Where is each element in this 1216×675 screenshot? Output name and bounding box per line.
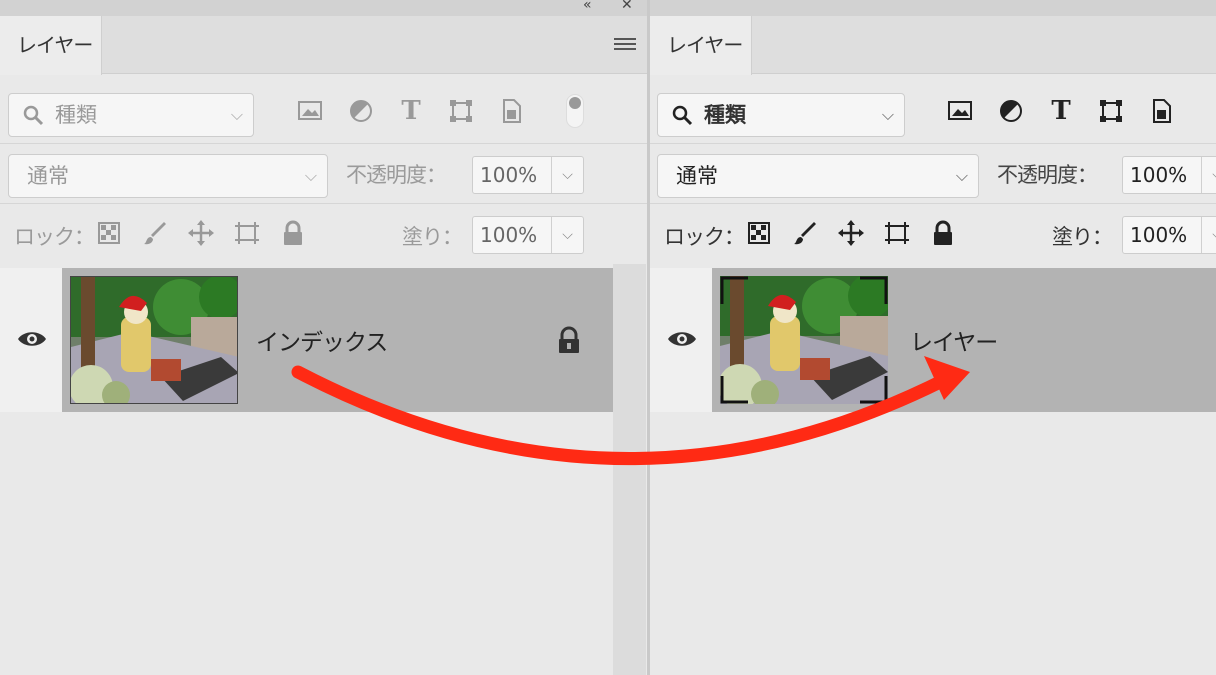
panel-tab-bar: レイヤー: [0, 16, 648, 75]
type-layer-icon[interactable]: T: [1046, 96, 1076, 126]
lock-row: ロック： 塗り： 100% ⌵: [650, 206, 1216, 264]
layer-row[interactable]: レイヤー: [650, 268, 1216, 412]
filter-kind-select[interactable]: 種類 ⌵: [657, 93, 905, 137]
search-icon: [23, 105, 44, 126]
layer-selection-highlight: レイヤー: [712, 268, 1216, 412]
chevron-down-icon[interactable]: ⌵: [551, 217, 583, 253]
shape-layer-icon[interactable]: [1096, 96, 1126, 126]
lock-image-pixels-icon[interactable]: [140, 218, 170, 248]
panel-top-strip: « ✕: [0, 0, 648, 16]
lock-artboard-icon[interactable]: [232, 218, 262, 248]
type-layer-icon[interactable]: T: [396, 96, 426, 126]
panel-menu-icon[interactable]: [614, 38, 636, 52]
tab-layers[interactable]: レイヤー: [0, 16, 102, 75]
lock-image-pixels-icon[interactable]: [790, 218, 820, 248]
lock-transparent-pixels-icon[interactable]: [94, 218, 124, 248]
opacity-value: 100%: [1130, 163, 1188, 187]
filter-row: 種類 ⌵ T: [650, 88, 1216, 144]
lock-all-icon[interactable]: [928, 218, 958, 248]
fill-label: 塗り：: [1052, 225, 1113, 249]
smart-object-icon[interactable]: [497, 96, 527, 126]
shape-layer-icon[interactable]: [446, 96, 476, 126]
fill-value: 100%: [480, 223, 538, 247]
layers-panel-before: « ✕ レイヤー 種類 ⌵ T 通常 ⌵ 不透明度： 100% ⌵ ロック： 塗…: [0, 0, 648, 675]
blend-mode-select[interactable]: 通常 ⌵: [8, 154, 328, 198]
layer-locked-icon: [559, 326, 579, 353]
chevron-down-icon: ⌵: [955, 166, 968, 185]
filter-kind-value: 種類: [55, 103, 97, 127]
tab-layers[interactable]: レイヤー: [650, 16, 752, 75]
layer-name[interactable]: レイヤー: [910, 323, 998, 357]
opacity-label: 不透明度：: [346, 163, 447, 187]
chevron-down-icon: ⌵: [230, 105, 243, 124]
visibility-eye-icon[interactable]: [16, 328, 48, 350]
layer-thumbnail: [720, 276, 888, 404]
chevron-down-icon[interactable]: ⌵: [1201, 157, 1216, 193]
layer-row[interactable]: インデックス: [0, 268, 613, 412]
fill-label: 塗り：: [402, 225, 463, 249]
opacity-field[interactable]: 100% ⌵: [1122, 156, 1216, 194]
lock-row: ロック： 塗り： 100% ⌵: [0, 206, 648, 264]
adjustment-layer-icon[interactable]: [996, 96, 1026, 126]
chevron-down-icon: ⌵: [304, 166, 317, 185]
smart-object-icon[interactable]: [1147, 96, 1177, 126]
layer-name[interactable]: インデックス: [256, 323, 388, 357]
blend-mode-value: 通常: [676, 164, 718, 188]
lock-label: ロック：: [664, 225, 745, 249]
panel-top-strip: [650, 0, 1216, 16]
lock-position-icon[interactable]: [836, 218, 866, 248]
blend-mode-value: 通常: [27, 164, 69, 188]
layer-thumbnail: [70, 276, 238, 404]
close-panel-icon[interactable]: ✕: [621, 0, 633, 13]
fill-value: 100%: [1130, 223, 1188, 247]
filter-toggle-switch[interactable]: [566, 94, 584, 128]
collapse-panels-icon[interactable]: «: [583, 0, 592, 13]
lock-all-icon[interactable]: [278, 218, 308, 248]
opacity-label: 不透明度：: [997, 163, 1098, 187]
chevron-down-icon[interactable]: ⌵: [551, 157, 583, 193]
search-icon: [672, 105, 693, 126]
opacity-value: 100%: [480, 163, 538, 187]
fill-field[interactable]: 100% ⌵: [1122, 216, 1216, 254]
pixel-layer-icon[interactable]: [295, 96, 325, 126]
pixel-layer-icon[interactable]: [945, 96, 975, 126]
layers-panel-after: レイヤー 種類 ⌵ T 通常 ⌵ 不透明度： 100% ロック： 塗り： 100…: [650, 0, 1216, 675]
filter-kind-select[interactable]: 種類 ⌵: [8, 93, 254, 137]
lock-transparent-pixels-icon[interactable]: [744, 218, 774, 248]
adjustment-layer-icon[interactable]: [346, 96, 376, 126]
opacity-field[interactable]: 100% ⌵: [472, 156, 584, 194]
filter-row: 種類 ⌵ T: [0, 88, 648, 144]
blend-mode-select[interactable]: 通常 ⌵: [657, 154, 979, 198]
chevron-down-icon[interactable]: ⌵: [1201, 217, 1216, 253]
fill-field[interactable]: 100% ⌵: [472, 216, 584, 254]
chevron-down-icon: ⌵: [881, 105, 894, 124]
blend-row: 通常 ⌵ 不透明度： 100% ⌵: [0, 146, 648, 204]
lock-artboard-icon[interactable]: [882, 218, 912, 248]
lock-label: ロック：: [14, 225, 95, 249]
visibility-eye-icon[interactable]: [666, 328, 698, 350]
layers-scrollbar[interactable]: [613, 264, 646, 675]
layer-selection-highlight: インデックス: [62, 268, 613, 412]
filter-kind-value: 種類: [704, 103, 746, 127]
panel-tab-bar: レイヤー: [650, 16, 1216, 75]
blend-row: 通常 ⌵ 不透明度： 100% ⌵: [650, 146, 1216, 204]
lock-position-icon[interactable]: [186, 218, 216, 248]
